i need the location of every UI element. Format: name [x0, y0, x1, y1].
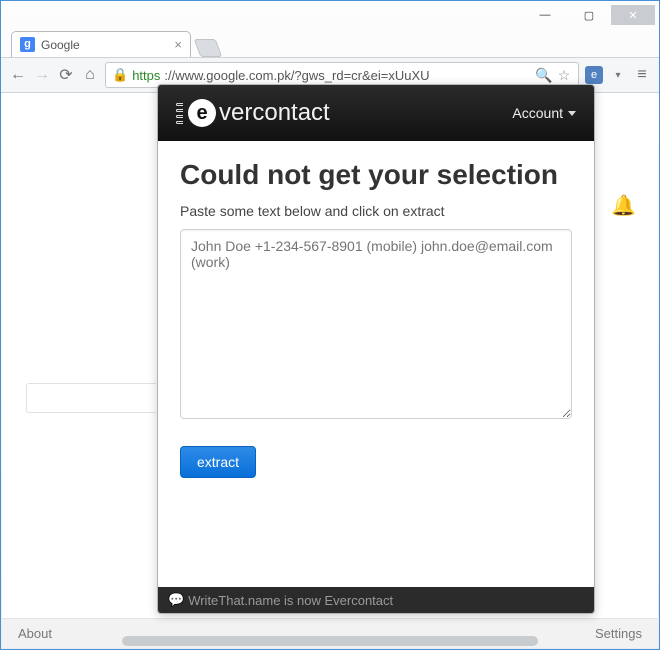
- chevron-down-icon: [568, 111, 576, 116]
- lock-icon: 🔒: [112, 67, 128, 83]
- google-search-box-fragment[interactable]: [26, 383, 156, 413]
- tab-title: Google: [41, 38, 80, 52]
- url-scheme: https: [132, 68, 160, 83]
- extension-dropdown-icon[interactable]: ▾: [609, 66, 627, 84]
- browser-window: — ▢ ✕ g Google × ← → ⟳ ⌂ 🔒 https ://www.g…: [0, 0, 660, 650]
- logo-binding-icon: [176, 103, 183, 124]
- search-icon[interactable]: 🔍: [536, 67, 552, 83]
- new-tab-button[interactable]: [194, 39, 223, 57]
- titlebar: — ▢ ✕: [1, 1, 659, 29]
- logo-e-icon: e: [188, 99, 216, 127]
- home-button[interactable]: ⌂: [81, 66, 99, 84]
- back-button[interactable]: ←: [9, 66, 27, 84]
- popup-body: Could not get your selection Paste some …: [158, 141, 594, 587]
- popup-header: evercontact Account: [158, 85, 594, 141]
- extract-button[interactable]: extract: [180, 446, 256, 478]
- notifications-bell-icon[interactable]: 🔔: [611, 193, 636, 218]
- tab-strip: g Google ×: [1, 29, 659, 57]
- evercontact-extension-icon[interactable]: e: [585, 66, 603, 84]
- browser-tab[interactable]: g Google ×: [11, 31, 191, 57]
- url-text: ://www.google.com.pk/?gws_rd=cr&ei=xUuXU: [164, 68, 429, 83]
- footer-about-link[interactable]: About: [18, 626, 52, 641]
- window-maximize-button[interactable]: ▢: [567, 5, 611, 25]
- footer-settings-link[interactable]: Settings: [595, 626, 642, 641]
- popup-footer-text[interactable]: WriteThat.name is now Evercontact: [188, 593, 393, 608]
- bookmark-star-icon[interactable]: ☆: [556, 67, 572, 83]
- popup-footer: 💬 WriteThat.name is now Evercontact: [158, 587, 594, 613]
- evercontact-popup: evercontact Account Could not get your s…: [157, 84, 595, 614]
- window-close-button[interactable]: ✕: [611, 5, 655, 25]
- google-favicon: g: [20, 37, 35, 52]
- horizontal-scrollbar[interactable]: [122, 636, 538, 646]
- popup-subtext: Paste some text below and click on extra…: [180, 203, 572, 219]
- reload-button[interactable]: ⟳: [57, 66, 75, 84]
- logo-text: vercontact: [219, 99, 330, 127]
- evercontact-logo: evercontact: [176, 99, 330, 127]
- chat-icon: 💬: [168, 592, 184, 608]
- forward-button[interactable]: →: [33, 66, 51, 84]
- popup-heading: Could not get your selection: [180, 159, 572, 191]
- paste-text-input[interactable]: [180, 229, 572, 419]
- account-menu[interactable]: Account: [512, 105, 576, 121]
- window-minimize-button[interactable]: —: [523, 5, 567, 25]
- account-label: Account: [512, 105, 563, 121]
- chrome-menu-button[interactable]: ≡: [633, 66, 651, 84]
- tab-close-icon[interactable]: ×: [174, 37, 182, 52]
